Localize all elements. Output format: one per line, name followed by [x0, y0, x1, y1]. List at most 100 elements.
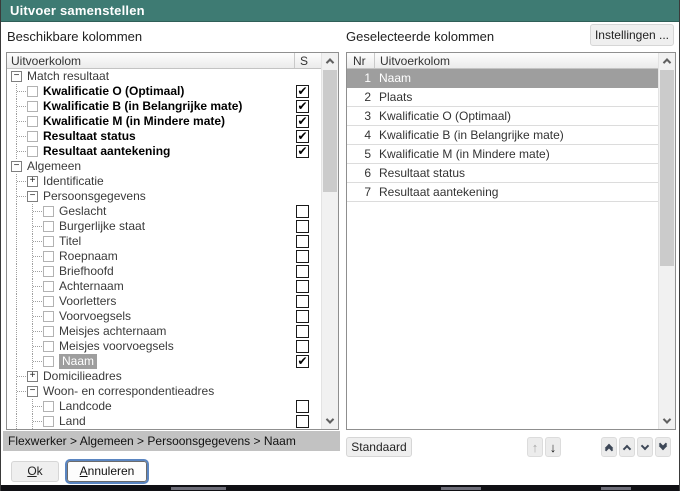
column-visible-checkbox[interactable] [296, 205, 309, 218]
row-number: 5 [347, 145, 371, 164]
selected-column-row[interactable]: 3Kwalificatie O (Optimaal) [347, 107, 658, 126]
tree-row[interactable]: Voorvoegsels [7, 309, 321, 324]
tree-row[interactable]: Meisjes voorvoegsels [7, 339, 321, 354]
scroll-down-button[interactable] [322, 413, 338, 429]
selected-column-row[interactable]: 5Kwalificatie M (in Mindere mate) [347, 145, 658, 164]
tree-item-checkbox[interactable] [43, 356, 54, 367]
tree-guide-line [17, 196, 26, 197]
scrollbar-thumb[interactable] [660, 70, 674, 266]
tree-row[interactable]: Burgerlijke staat [7, 219, 321, 234]
tree-row[interactable]: +Identificatie [7, 174, 321, 189]
tree-item-label: Burgerlijke staat [59, 219, 145, 234]
tree-row[interactable]: Kwalificatie O (Optimaal)✔ [7, 84, 321, 99]
selected-column-row[interactable]: 2Plaats [347, 88, 658, 107]
tree-row[interactable]: Landcode [7, 399, 321, 414]
tree-row[interactable]: −Match resultaat [7, 69, 321, 84]
tree-item-checkbox[interactable] [43, 281, 54, 292]
column-visible-checkbox[interactable] [296, 340, 309, 353]
tree-item-checkbox[interactable] [43, 341, 54, 352]
column-visible-checkbox[interactable]: ✔ [296, 100, 309, 113]
cancel-button[interactable]: Annuleren [67, 461, 147, 482]
expand-collapse-toggle[interactable]: − [11, 71, 22, 82]
selected-column-row[interactable]: 1Naam [347, 69, 658, 88]
column-visible-checkbox[interactable]: ✔ [296, 355, 309, 368]
selected-columns-scrollbar[interactable] [658, 53, 675, 429]
tree-row[interactable]: Titel [7, 234, 321, 249]
column-visible-checkbox[interactable]: ✔ [296, 115, 309, 128]
scroll-up-button[interactable] [322, 53, 338, 69]
standaard-button[interactable]: Standaard [346, 437, 412, 457]
tree-row[interactable]: −Woon- en correspondentieadres [7, 384, 321, 399]
available-columns-scrollbar[interactable] [321, 53, 338, 429]
tree-row[interactable]: Achternaam [7, 279, 321, 294]
expand-collapse-toggle[interactable]: − [11, 161, 22, 172]
move-down-button[interactable]: ↓ [545, 437, 561, 457]
column-visible-checkbox[interactable] [296, 310, 309, 323]
column-visible-checkbox[interactable] [296, 415, 309, 428]
tree-row[interactable]: Geslacht [7, 204, 321, 219]
tree-row[interactable]: Kwalificatie B (in Belangrijke mate)✔ [7, 99, 321, 114]
move-top-button[interactable] [601, 437, 617, 457]
settings-button[interactable]: Instellingen ... [590, 24, 674, 46]
scroll-down-button[interactable] [659, 413, 675, 429]
move-down-one-button[interactable] [637, 437, 653, 457]
tree-row[interactable]: Naam✔ [7, 354, 321, 369]
tree-row[interactable]: Land [7, 414, 321, 429]
column-visible-checkbox[interactable] [296, 325, 309, 338]
tree-row[interactable]: Kwalificatie M (in Mindere mate)✔ [7, 114, 321, 129]
scrollbar-thumb[interactable] [323, 70, 337, 192]
move-up-button[interactable]: ↑ [527, 437, 543, 457]
tree-item-checkbox[interactable] [43, 416, 54, 427]
scroll-up-button[interactable] [659, 53, 675, 69]
column-visible-checkbox[interactable] [296, 250, 309, 263]
column-visible-checkbox[interactable] [296, 400, 309, 413]
tree-item-checkbox[interactable] [43, 236, 54, 247]
selected-column-row[interactable]: 7Resultaat aantekening [347, 183, 658, 202]
expand-collapse-toggle[interactable]: + [27, 371, 38, 382]
tree-item-checkbox[interactable] [27, 101, 38, 112]
tree-item-checkbox[interactable] [27, 131, 38, 142]
tree-row[interactable]: Briefhoofd [7, 264, 321, 279]
tree-item-checkbox[interactable] [27, 116, 38, 127]
column-visible-checkbox[interactable]: ✔ [296, 85, 309, 98]
tree-row[interactable]: Voorletters [7, 294, 321, 309]
column-visible-checkbox[interactable] [296, 295, 309, 308]
move-up-one-button[interactable] [619, 437, 635, 457]
column-visible-checkbox[interactable] [296, 265, 309, 278]
cancel-button-focus-ring: Annuleren [65, 459, 149, 484]
tree-guide-line [16, 399, 17, 414]
tree-item-checkbox[interactable] [43, 206, 54, 217]
tree-item-checkbox[interactable] [43, 326, 54, 337]
tree-item-checkbox[interactable] [43, 296, 54, 307]
column-visible-checkbox[interactable] [296, 220, 309, 233]
tree-row[interactable]: −Persoonsgegevens [7, 189, 321, 204]
tree-item-checkbox[interactable] [43, 401, 54, 412]
expand-collapse-toggle[interactable]: − [27, 386, 38, 397]
column-visible-checkbox[interactable]: ✔ [296, 130, 309, 143]
tree-item-checkbox[interactable] [43, 311, 54, 322]
column-visible-checkbox[interactable] [296, 235, 309, 248]
ok-button[interactable]: Ok [11, 461, 59, 482]
move-bottom-button[interactable] [655, 437, 671, 457]
tree-guide-line [32, 309, 33, 324]
selected-column-row[interactable]: 6Resultaat status [347, 164, 658, 183]
tree-row[interactable]: Roepnaam [7, 249, 321, 264]
tree-guide-line [32, 204, 33, 219]
column-visible-checkbox[interactable]: ✔ [296, 145, 309, 158]
tree-item-checkbox[interactable] [27, 86, 38, 97]
expand-collapse-toggle[interactable]: + [27, 176, 38, 187]
tree-guide-line [33, 226, 42, 227]
tree-row[interactable]: +Domicilieadres [7, 369, 321, 384]
tree-row[interactable]: Meisjes achternaam [7, 324, 321, 339]
tree-item-checkbox[interactable] [43, 266, 54, 277]
tree-row[interactable]: −Algemeen [7, 159, 321, 174]
selected-column-row[interactable]: 4Kwalificatie B (in Belangrijke mate) [347, 126, 658, 145]
column-visible-checkbox[interactable] [296, 280, 309, 293]
expand-collapse-toggle[interactable]: − [27, 191, 38, 202]
tree-item-checkbox[interactable] [27, 146, 38, 157]
tree-item-checkbox[interactable] [43, 251, 54, 262]
tree-row[interactable]: Resultaat status✔ [7, 129, 321, 144]
tree-row[interactable]: Resultaat aantekening✔ [7, 144, 321, 159]
row-label: Kwalificatie O (Optimaal) [379, 107, 511, 126]
tree-item-checkbox[interactable] [43, 221, 54, 232]
